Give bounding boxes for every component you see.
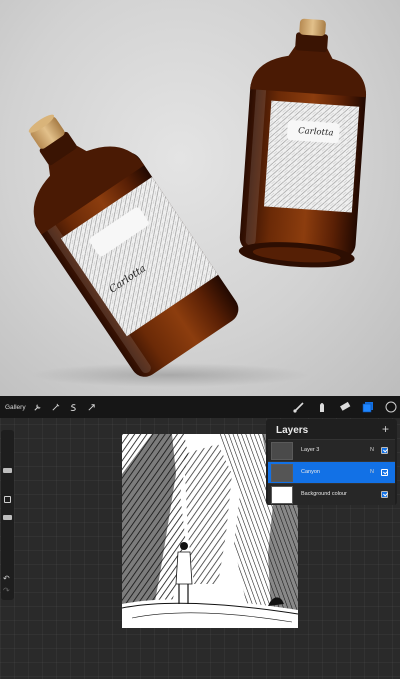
layer-visibility-checkbox[interactable] — [381, 469, 388, 476]
brush-size-slider[interactable] — [3, 468, 12, 473]
transform-arrow-icon[interactable] — [86, 401, 98, 413]
layer-thumbnail — [271, 442, 293, 460]
smudge-icon[interactable] — [315, 400, 329, 414]
layer-thumbnail — [271, 486, 293, 504]
layers-icon[interactable] — [361, 400, 375, 414]
layer-visibility-checkbox[interactable] — [381, 491, 388, 498]
wrench-icon[interactable] — [32, 401, 44, 413]
product-photo: Carlotta Carlotta — [0, 0, 400, 396]
top-toolbar: Gallery — [0, 396, 400, 418]
modify-button[interactable] — [4, 496, 11, 503]
layer-name: Canyon — [301, 469, 320, 475]
layers-panel: Layers + Layer 3 N Canyon N Background c… — [266, 419, 397, 505]
layer-row-active[interactable]: Canyon N — [268, 461, 395, 483]
opacity-slider[interactable] — [3, 515, 12, 520]
redo-button[interactable]: ↷ — [3, 586, 10, 595]
undo-button[interactable]: ↶ — [3, 574, 10, 583]
eraser-icon[interactable] — [338, 400, 352, 414]
brush-icon[interactable] — [292, 400, 306, 414]
add-layer-button[interactable]: + — [382, 422, 389, 436]
color-icon[interactable] — [384, 400, 398, 414]
layer-blend-mode[interactable]: N — [370, 447, 374, 453]
layers-title: Layers — [276, 425, 309, 436]
layer-row[interactable]: Layer 3 N — [268, 439, 395, 461]
left-sidebar: ↶ ↷ — [1, 430, 14, 600]
magic-wand-icon[interactable] — [50, 401, 62, 413]
bottle-right — [238, 18, 367, 268]
layer-row[interactable]: Background colour — [268, 483, 395, 505]
layer-blend-mode[interactable]: N — [370, 469, 374, 475]
layer-name: Background colour — [301, 491, 347, 497]
layer-name: Layer 3 — [301, 447, 320, 453]
layer-thumbnail — [271, 464, 293, 482]
selection-s-icon[interactable] — [68, 401, 80, 413]
gallery-button[interactable]: Gallery — [5, 404, 26, 411]
layer-visibility-checkbox[interactable] — [381, 447, 388, 454]
drawing-app: Gallery ↶ ↷ Layers + Layer 3 N Canyon N … — [0, 396, 400, 679]
bottle-left — [28, 114, 239, 377]
